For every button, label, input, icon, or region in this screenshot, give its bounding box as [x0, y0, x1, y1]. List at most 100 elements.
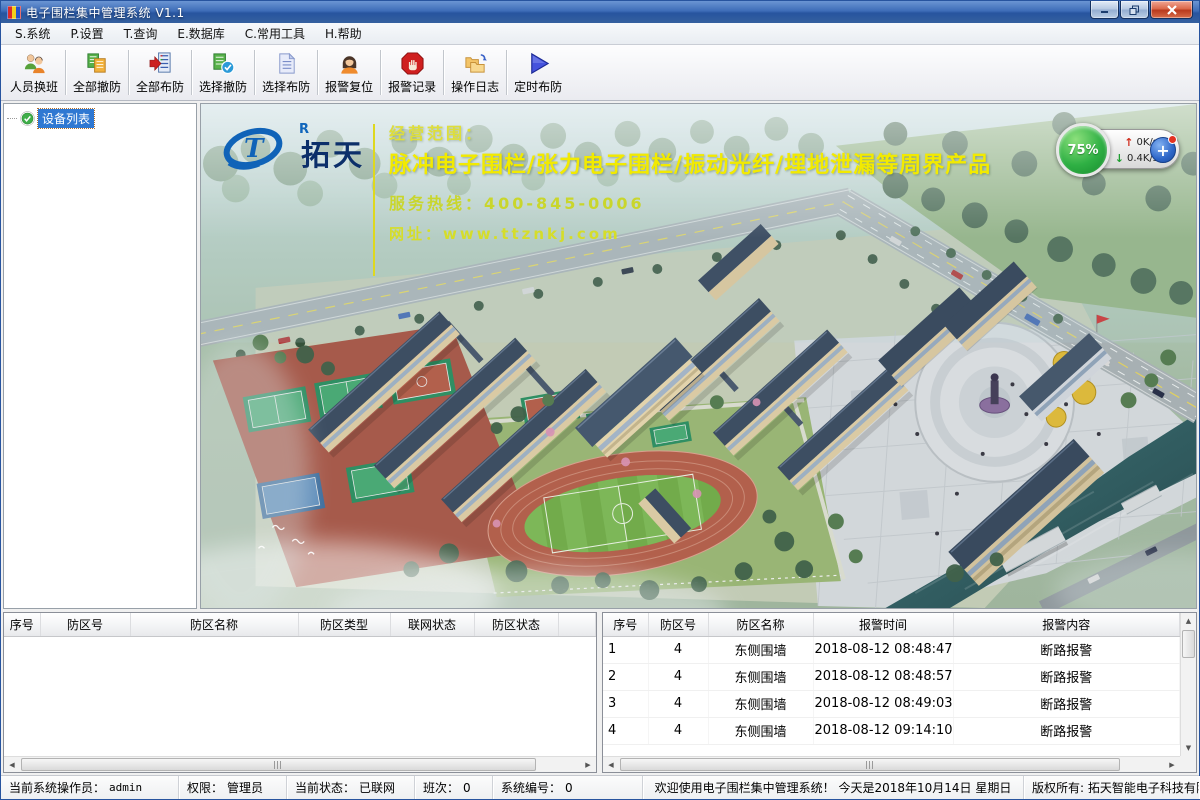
zone-status-table[interactable]: 序号 防区号 防区名称 防区类型 联网状态 防区状态 ◀ ▶	[3, 612, 597, 773]
alarm-record-icon	[400, 51, 425, 76]
arm-all-button[interactable]: 全部布防	[130, 45, 190, 100]
widget-plus-button[interactable]: +	[1150, 137, 1176, 163]
close-button[interactable]	[1150, 1, 1193, 19]
table-row[interactable]: 44东侧围墙2018-08-12 09:14:10断路报警	[603, 717, 1180, 744]
tuotian-swirl-icon: T	[215, 118, 295, 174]
alarm-log-table[interactable]: 序号 防区号 防区名称 报警时间 报警内容 14东侧围墙2018-08-12 0…	[602, 612, 1197, 773]
tree-branch-line	[7, 118, 17, 119]
scroll-left-arrow[interactable]: ◀	[603, 757, 619, 772]
tree-item-device-list[interactable]: 设备列表	[7, 109, 196, 128]
col-header-net-state[interactable]: 联网状态	[390, 613, 474, 636]
scroll-right-arrow[interactable]: ▶	[580, 757, 596, 772]
table-cell: 断路报警	[953, 663, 1180, 690]
select-disarm-icon	[211, 51, 236, 76]
table-row[interactable]: 24东侧围墙2018-08-12 08:48:57断路报警	[603, 663, 1180, 690]
alarm-records-button[interactable]: 报警记录	[382, 45, 442, 100]
device-tree-panel[interactable]: 设备列表	[3, 103, 197, 609]
table-cell: 4	[648, 636, 708, 663]
vertical-scrollbar[interactable]: ▲ ▼	[1180, 613, 1196, 756]
scrollbar-thumb[interactable]	[620, 758, 1120, 771]
maximize-button[interactable]	[1120, 1, 1149, 19]
table-cell: 2018-08-12 08:48:47	[813, 636, 953, 663]
select-disarm-button[interactable]: 选择撤防	[193, 45, 253, 100]
net-speed-widget[interactable]: 75% ↑ 0K/s ↓ 0.4K/s +	[1062, 129, 1180, 169]
col-header-zone-name[interactable]: 防区名称	[708, 613, 813, 636]
col-header-alarm-time[interactable]: 报警时间	[813, 613, 953, 636]
menu-settings[interactable]: P.设置	[60, 22, 113, 45]
table-cell: 东侧围墙	[708, 636, 813, 663]
menu-help[interactable]: H.帮助	[315, 22, 372, 45]
select-arm-button[interactable]: 选择布防	[256, 45, 316, 100]
scrollbar-thumb[interactable]	[1182, 630, 1195, 658]
table-cell: 2018-08-12 08:48:57	[813, 663, 953, 690]
toolbar-label: 定时布防	[514, 78, 562, 95]
table-row[interactable]: 14东侧围墙2018-08-12 08:48:47断路报警	[603, 636, 1180, 663]
app-logo-icon	[7, 6, 21, 19]
minimize-icon	[1100, 5, 1110, 14]
notification-dot	[1168, 135, 1177, 144]
table-cell: 1	[603, 636, 648, 663]
minimize-button[interactable]	[1090, 1, 1119, 19]
alarm-reset-icon	[337, 51, 362, 76]
operator-value: admin	[109, 781, 142, 794]
toolbar-label: 报警记录	[388, 78, 436, 95]
status-shift: 班次： 0	[415, 776, 493, 799]
menu-query[interactable]: T.查询	[114, 22, 168, 45]
timed-arm-button[interactable]: 定时布防	[508, 45, 568, 100]
menu-database[interactable]: E.数据库	[167, 22, 234, 45]
scrollbar-thumb[interactable]	[21, 758, 536, 771]
operation-log-button[interactable]: 操作日志	[445, 45, 505, 100]
welcome-text: 欢迎使用电子围栏集中管理系统！ 今天是2018年10月14日 星期日	[655, 779, 1012, 796]
arm-all-icon	[148, 51, 173, 76]
campus-image-panel: T R 拓天 经营范围： 脉冲电子围栏/张力电子围栏/振动光纤/埋地泄漏等周界产…	[200, 103, 1197, 609]
toolbar-label: 全部撤防	[73, 78, 121, 95]
operation-log-icon	[463, 51, 488, 76]
scroll-up-arrow[interactable]: ▲	[1181, 613, 1196, 629]
col-header-zone-no[interactable]: 防区号	[648, 613, 708, 636]
alarm-reset-button[interactable]: 报警复位	[319, 45, 379, 100]
operator-label: 当前系统操作员：	[9, 779, 105, 796]
memory-percent-ball[interactable]: 75%	[1056, 123, 1110, 177]
toolbar-separator	[128, 50, 129, 95]
status-system-no: 系统编号： 0	[493, 776, 643, 799]
shift-label: 班次：	[423, 779, 459, 796]
col-header-zone-type[interactable]: 防区类型	[298, 613, 390, 636]
titlebar[interactable]: 电子围栏集中管理系统 V1.1	[1, 1, 1199, 23]
disarm-all-button[interactable]: 全部撤防	[67, 45, 127, 100]
business-scope-label: 经营范围：	[389, 120, 991, 144]
table-cell: 东侧围墙	[708, 690, 813, 717]
toolbar-separator	[506, 50, 507, 95]
tree-item-label: 设备列表	[38, 109, 94, 128]
system-no-value: 0	[565, 781, 573, 795]
scroll-right-arrow[interactable]: ▶	[1164, 757, 1180, 772]
people-shift-icon	[22, 51, 47, 76]
col-header-index[interactable]: 序号	[4, 613, 40, 636]
table-row[interactable]: 34东侧围墙2018-08-12 08:49:03断路报警	[603, 690, 1180, 717]
table-cell: 2018-08-12 08:49:03	[813, 690, 953, 717]
main-area: 设备列表	[1, 101, 1199, 611]
horizontal-scrollbar[interactable]: ◀ ▶	[4, 756, 596, 772]
col-header-alarm-content[interactable]: 报警内容	[953, 613, 1180, 636]
disarm-all-icon	[85, 51, 110, 76]
scroll-left-arrow[interactable]: ◀	[4, 757, 20, 772]
shift-change-button[interactable]: 人员换班	[4, 45, 64, 100]
horizontal-scrollbar[interactable]: ◀ ▶	[603, 756, 1180, 772]
col-header-zone-no[interactable]: 防区号	[40, 613, 130, 636]
toolbar-separator	[65, 50, 66, 95]
col-header-filler	[558, 613, 596, 636]
table-cell: 4	[648, 663, 708, 690]
toolbar: 人员换班 全部撤防 全部布防	[1, 45, 1199, 101]
menu-tools[interactable]: C.常用工具	[235, 22, 315, 45]
status-welcome: 欢迎使用电子围栏集中管理系统！ 今天是2018年10月14日 星期日	[643, 776, 1024, 799]
scroll-down-arrow[interactable]: ▼	[1181, 740, 1196, 756]
col-header-zone-name[interactable]: 防区名称	[130, 613, 298, 636]
col-header-zone-state[interactable]: 防区状态	[474, 613, 558, 636]
menu-system[interactable]: S.系统	[5, 22, 60, 45]
window-title: 电子围栏集中管理系统 V1.1	[26, 4, 1090, 21]
state-value: 已联网	[359, 779, 395, 796]
copyright-text: 版权所有: 拓天智能电子科技有限	[1032, 779, 1199, 796]
col-header-index[interactable]: 序号	[603, 613, 648, 636]
table-cell: 东侧围墙	[708, 663, 813, 690]
shift-value: 0	[463, 781, 471, 795]
banner-divider	[373, 124, 375, 276]
